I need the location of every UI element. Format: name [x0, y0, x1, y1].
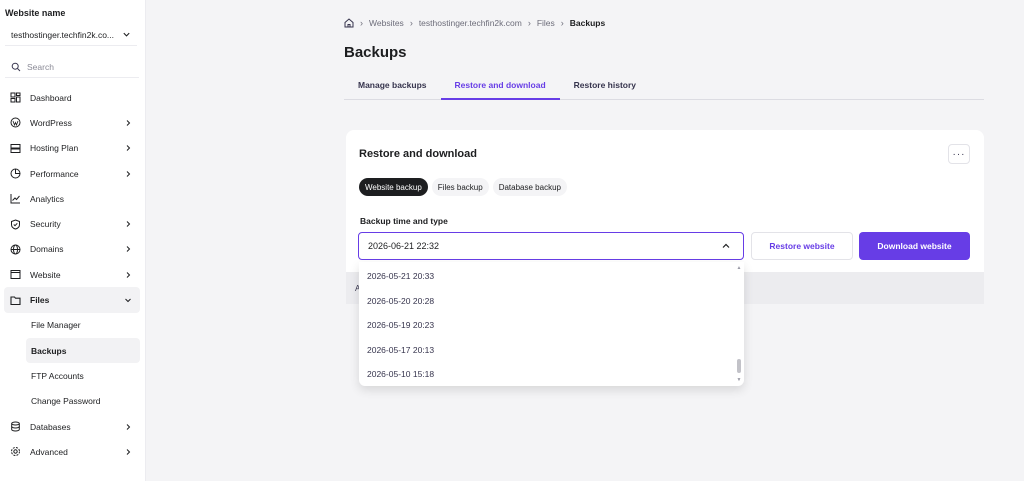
pie-chart-icon — [10, 168, 21, 179]
sidebar-item-files[interactable]: Files — [4, 287, 140, 313]
chevron-right-icon — [126, 246, 131, 253]
breadcrumb-separator: › — [360, 18, 363, 28]
sidebar-item-label: Advanced — [30, 446, 68, 457]
chevron-right-icon — [126, 170, 131, 177]
tab-manage-backups[interactable]: Manage backups — [344, 72, 441, 100]
search-icon — [11, 62, 21, 71]
chevron-right-icon — [126, 120, 131, 126]
tab-restore-and-download[interactable]: Restore and download — [440, 72, 560, 100]
chevron-right-icon — [126, 423, 131, 430]
sidebar-item-security[interactable]: Security — [0, 211, 146, 236]
chevron-right-icon — [126, 221, 131, 227]
server-icon — [10, 143, 21, 154]
browser-window-icon — [10, 269, 21, 280]
chip-database-backup[interactable]: Database backup — [492, 178, 567, 196]
sidebar-item-label: WordPress — [30, 117, 72, 128]
chevron-down-icon — [123, 32, 130, 37]
chevron-right-icon — [126, 271, 131, 278]
chevron-right-icon — [126, 145, 131, 152]
dropdown-option[interactable]: 2026-05-21 20:33 — [359, 264, 735, 289]
line-chart-icon — [10, 193, 21, 204]
shield-icon — [10, 219, 21, 230]
backup-time-select[interactable]: 2026-06-21 22:32 — [358, 232, 744, 260]
website-selector-value: testhostinger.techfin2k.co... — [11, 29, 115, 40]
sidebar-item-label: Website — [30, 269, 61, 280]
breadcrumb: › Websites › testhostinger.techfin2k.com… — [344, 18, 605, 28]
backup-type-chips: Website backup Files backup Database bac… — [359, 178, 567, 196]
sidebar-subitem-backups[interactable]: Backups — [26, 337, 140, 364]
more-options-button[interactable]: ··· — [948, 144, 970, 164]
breadcrumb-separator: › — [527, 18, 531, 28]
card-title: Restore and download — [359, 148, 477, 160]
dropdown-list: 2026-05-21 20:33 2026-05-20 20:28 2026-0… — [359, 264, 735, 387]
dropdown-option[interactable]: 2026-05-10 15:18 — [359, 362, 735, 387]
sidebar-subitem-change-password[interactable]: Change Password — [0, 389, 146, 414]
sidebar-item-label: Security — [30, 219, 61, 230]
gear-icon — [10, 446, 21, 457]
database-icon — [10, 421, 21, 432]
breadcrumb-link-domain[interactable]: testhostinger.techfin2k.com — [419, 18, 522, 28]
backup-time-selected-value: 2026-06-21 22:32 — [368, 241, 440, 251]
backup-time-label: Backup time and type — [360, 216, 448, 226]
sidebar-item-label: Analytics — [30, 193, 65, 204]
sidebar-subitem-file-manager[interactable]: File Manager — [0, 313, 146, 338]
website-selector[interactable]: testhostinger.techfin2k.co... — [5, 24, 137, 46]
sidebar-item-domains[interactable]: Domains — [0, 237, 146, 262]
scroll-up-arrow-icon[interactable]: ▲ — [736, 265, 742, 271]
sidebar-subitem-label: Change Password — [31, 396, 101, 407]
sidebar-item-databases[interactable]: Databases — [0, 414, 146, 439]
globe-icon — [10, 244, 21, 255]
sidebar-item-label: Files — [30, 295, 50, 306]
scroll-down-arrow-icon[interactable]: ▼ — [736, 377, 742, 383]
search-placeholder: Search — [27, 61, 54, 72]
restore-website-button[interactable]: Restore website — [751, 232, 853, 260]
dropdown-option[interactable]: 2026-05-17 20:13 — [359, 338, 735, 363]
tab-restore-history[interactable]: Restore history — [560, 72, 650, 100]
sidebar-item-analytics[interactable]: Analytics — [0, 186, 146, 211]
sidebar-item-website[interactable]: Website — [0, 262, 146, 287]
chip-website-backup[interactable]: Website backup — [359, 178, 428, 196]
sidebar-item-label: Domains — [30, 244, 64, 255]
sidebar-subitem-label: Backups — [31, 345, 67, 356]
search-input[interactable]: Search — [5, 56, 139, 78]
sidebar-item-label: Dashboard — [30, 92, 72, 103]
sidebar-subitem-ftp-accounts[interactable]: FTP Accounts — [0, 363, 146, 388]
sidebar-item-label: Databases — [30, 421, 71, 432]
sidebar-item-wordpress[interactable]: WordPress — [0, 110, 146, 135]
dropdown-scrollbar[interactable]: ▲ ▼ — [736, 265, 742, 383]
restore-download-card: Restore and download ··· Website backup … — [346, 130, 984, 272]
dropdown-option[interactable]: 2026-05-20 20:28 — [359, 289, 735, 314]
breadcrumb-separator: › — [560, 18, 564, 28]
sidebar-subitem-label: FTP Accounts — [31, 370, 84, 381]
chevron-down-icon — [125, 298, 131, 303]
sidebar-item-performance[interactable]: Performance — [0, 161, 146, 186]
chip-files-backup[interactable]: Files backup — [431, 178, 489, 196]
sidebar: Website name testhostinger.techfin2k.co.… — [0, 0, 146, 481]
page-title: Backups — [344, 44, 407, 61]
chevron-right-icon — [126, 448, 131, 455]
breadcrumb-separator: › — [409, 18, 413, 28]
wordpress-icon — [10, 117, 21, 128]
website-name-label: Website name — [5, 8, 66, 18]
breadcrumb-link-files[interactable]: Files — [537, 18, 555, 28]
sidebar-item-advanced[interactable]: Advanced — [0, 439, 146, 464]
download-website-button[interactable]: Download website — [859, 232, 970, 260]
tab-bar: Manage backups Restore and download Rest… — [344, 72, 984, 100]
sidebar-item-hosting-plan[interactable]: Hosting Plan — [0, 136, 146, 161]
breadcrumb-link-websites[interactable]: Websites — [369, 18, 404, 28]
breadcrumb-current: Backups — [569, 18, 606, 28]
sidebar-item-dashboard[interactable]: Dashboard — [0, 85, 146, 110]
sidebar-subitem-label: File Manager — [31, 320, 81, 331]
backup-time-dropdown: 2026-05-21 20:33 2026-05-20 20:28 2026-0… — [359, 262, 744, 386]
dropdown-option[interactable]: 2026-05-19 20:23 — [359, 313, 735, 338]
home-icon[interactable] — [344, 18, 354, 28]
scrollbar-thumb[interactable] — [737, 359, 741, 373]
sidebar-item-label: Hosting Plan — [30, 143, 79, 154]
sidebar-item-label: Performance — [30, 168, 79, 179]
chevron-up-icon — [722, 243, 730, 248]
sidebar-nav: Dashboard WordPress Hosting Plan Perform… — [0, 85, 146, 464]
dashboard-icon — [10, 92, 21, 103]
folder-icon — [10, 295, 21, 306]
